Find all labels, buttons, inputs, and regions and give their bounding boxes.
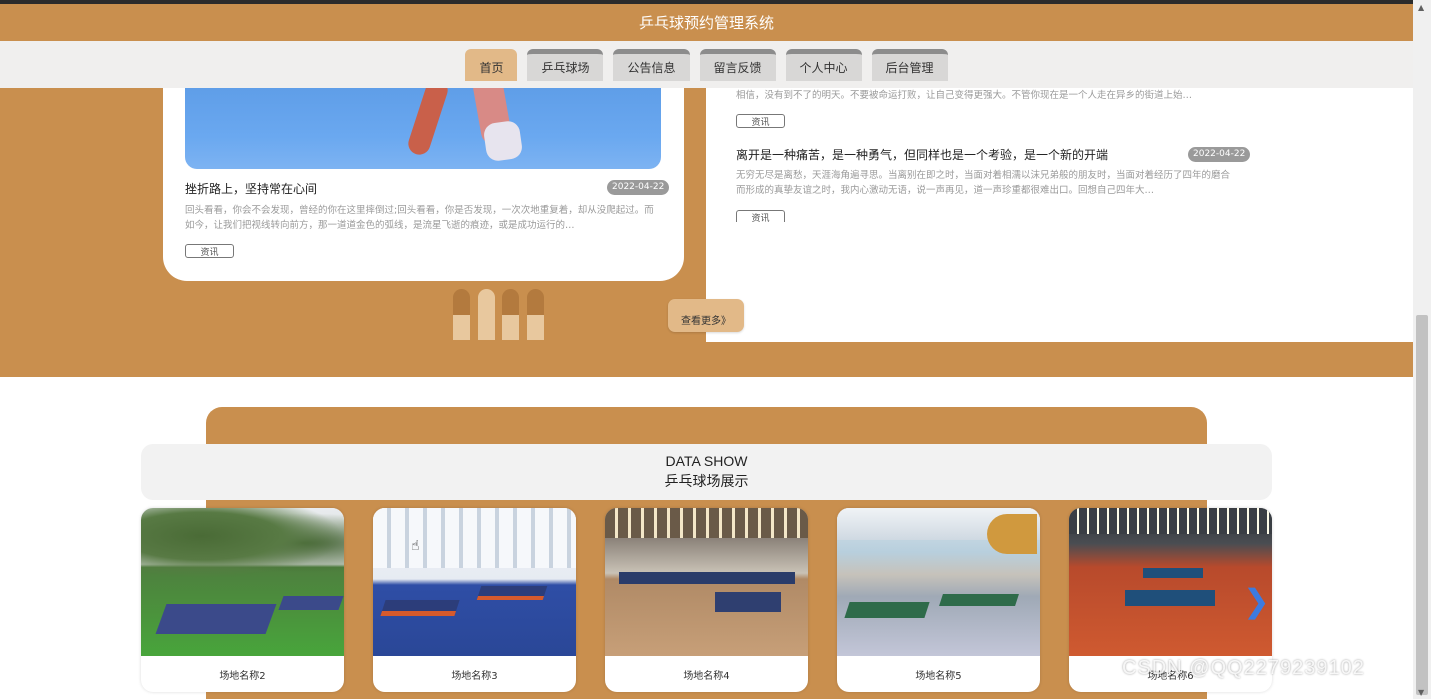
scroll-up-arrow-icon[interactable]: ▲ xyxy=(1418,3,1424,12)
image-figure-shoe xyxy=(482,119,524,163)
data-show-title-en: DATA SHOW xyxy=(665,453,748,469)
nav-label: 首页 xyxy=(479,61,504,75)
site-header: 乒乓球预约管理系统 xyxy=(0,4,1413,41)
nav-label: 留言反馈 xyxy=(713,61,762,75)
date-badge: 2022-04-22 xyxy=(607,180,670,195)
pager-bar[interactable] xyxy=(478,289,495,340)
data-show-heading: DATA SHOW 乒乓球场展示 xyxy=(141,444,1272,500)
nav-item-courts[interactable]: 乒乓球场 xyxy=(527,49,604,81)
nav-item-home[interactable]: 首页 xyxy=(465,49,518,81)
nav-item-profile[interactable]: 个人中心 xyxy=(785,49,862,81)
venue-name: 场地名称2 xyxy=(219,670,266,682)
featured-news-image xyxy=(185,88,661,169)
news-tag[interactable]: 资讯 xyxy=(736,210,785,222)
venue-image xyxy=(605,508,808,656)
nav-label: 乒乓球场 xyxy=(541,61,590,75)
venue-image xyxy=(1069,508,1272,656)
nav-item-feedback[interactable]: 留言反馈 xyxy=(699,49,776,81)
nav-item-admin[interactable]: 后台管理 xyxy=(871,49,948,81)
image-figure-leg xyxy=(405,88,451,158)
main-nav: 首页 乒乓球场 公告信息 留言反馈 个人中心 后台管理 xyxy=(0,41,1413,88)
venue-card[interactable]: 场地名称5 xyxy=(837,508,1040,692)
venue-image xyxy=(837,508,1040,656)
news-item-title[interactable]: 离开是一种痛苦，是一种勇气，但同样也是一个考验，是一个新的开端 xyxy=(736,146,1108,163)
mouse-pointer-icon: ☝ xyxy=(411,538,420,554)
site-title: 乒乓球预约管理系统 xyxy=(638,14,774,32)
venue-card[interactable]: 场地名称2 xyxy=(141,508,344,692)
featured-news-title[interactable]: 挫折路上，坚持常在心间 xyxy=(185,180,317,197)
nav-label: 公告信息 xyxy=(627,61,676,75)
scroll-down-arrow-icon[interactable]: ▼ xyxy=(1418,688,1424,697)
venue-image xyxy=(373,508,576,656)
view-more-button[interactable]: 查看更多》 xyxy=(668,299,744,332)
pager-bar[interactable] xyxy=(502,289,519,340)
page-scrollbar[interactable]: ▲ ▼ xyxy=(1413,0,1431,699)
venue-card[interactable]: 场地名称3 xyxy=(373,508,576,692)
scrollbar-thumb[interactable] xyxy=(1416,315,1428,695)
venue-name: 场地名称5 xyxy=(915,670,962,682)
date-badge: 2022-04-22 xyxy=(1188,147,1251,162)
news-tag[interactable]: 资讯 xyxy=(736,114,785,128)
pager-bar[interactable] xyxy=(527,289,544,340)
venue-image xyxy=(141,508,344,656)
nav-label: 后台管理 xyxy=(885,61,934,75)
news-item-summary: 无穷无尽是离愁，天涯海角遍寻思。当离别在即之时，当面对着相濡以沫兄弟般的朋友时，… xyxy=(736,170,1231,196)
nav-item-announcements[interactable]: 公告信息 xyxy=(613,49,690,81)
venue-name: 场地名称3 xyxy=(451,670,498,682)
featured-news-summary: 回头看看，你会不会发现，曾经的你在这里摔倒过;回头看看，你是否发现，一次次地重复… xyxy=(185,205,654,231)
carousel-next-arrow-icon[interactable]: ❯ xyxy=(1243,585,1270,617)
pager-bar[interactable] xyxy=(453,289,470,340)
venue-card[interactable]: 场地名称4 xyxy=(605,508,808,692)
watermark-text: CSDN @QQ2279239102 xyxy=(1122,657,1365,679)
venue-name: 场地名称4 xyxy=(683,670,730,682)
news-tag[interactable]: 资讯 xyxy=(185,244,234,258)
news-item-summary: 相信，没有到不了的明天。不要被命运打败，让自己变得更强大。不管你现在是一个人走在… xyxy=(736,90,1193,101)
news-list-panel: 相信，没有到不了的明天。不要被命运打败，让自己变得更强大。不管你现在是一个人走在… xyxy=(706,88,1413,342)
view-more-label: 查看更多》 xyxy=(681,316,731,327)
data-show-title-cn: 乒乓球场展示 xyxy=(664,474,749,490)
featured-news-card[interactable]: 挫折路上，坚持常在心间 2022-04-22 回头看看，你会不会发现，曾经的你在… xyxy=(163,88,684,281)
nav-label: 个人中心 xyxy=(799,61,848,75)
